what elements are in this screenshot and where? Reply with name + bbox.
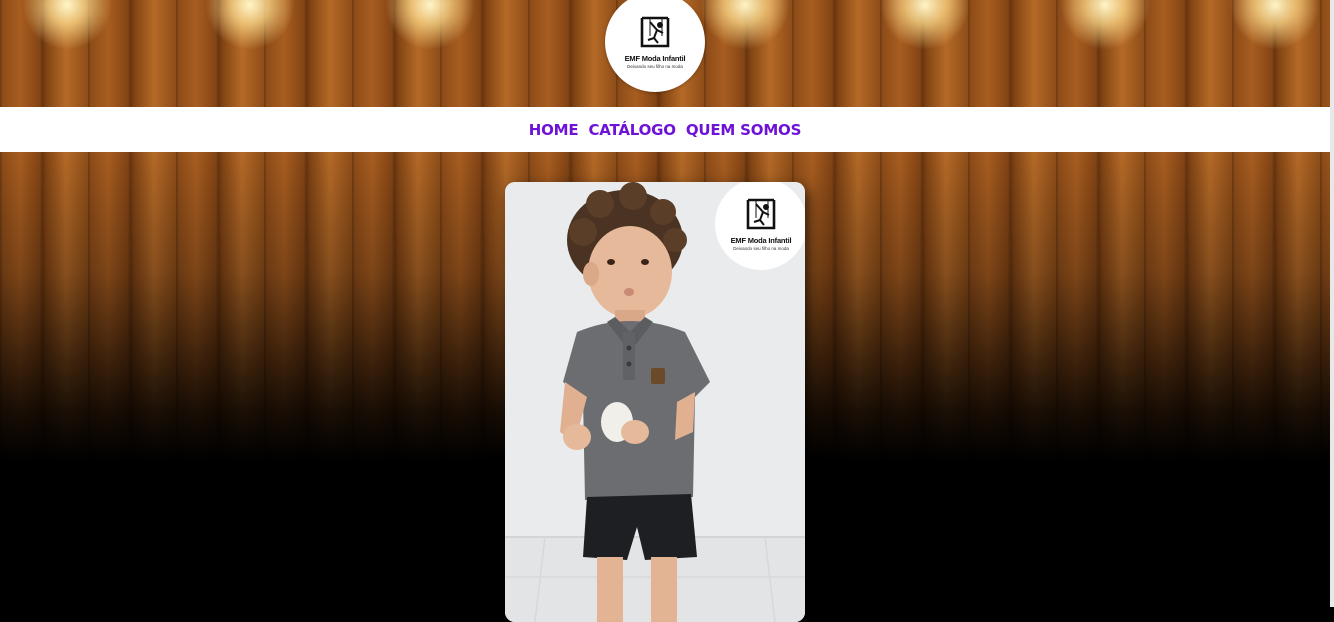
product-card[interactable]: EMF Moda Infantil Deixando seu filho na … <box>505 182 805 622</box>
spotlight <box>1230 0 1320 50</box>
logo-brand-text: EMF Moda Infantil <box>624 53 686 63</box>
nav-home-link[interactable]: HOME <box>529 121 579 139</box>
spotlight <box>1060 0 1150 50</box>
nav-catalog-link[interactable]: CATÁLOGO <box>588 121 676 139</box>
spotlight <box>385 0 475 50</box>
logo-tagline: Deixando seu filho na moda <box>627 63 683 69</box>
spotlight <box>700 0 790 50</box>
scrollbar[interactable] <box>1330 0 1334 607</box>
swing-child-icon <box>640 16 670 47</box>
main-nav: HOME CATÁLOGO QUEM SOMOS <box>0 107 1330 152</box>
watermark-logo: EMF Moda Infantil Deixando seu filho na … <box>715 182 805 270</box>
watermark-brand-text: EMF Moda Infantil <box>730 235 792 245</box>
swing-child-icon <box>746 198 776 229</box>
spotlight <box>22 0 112 50</box>
nav-about-link[interactable]: QUEM SOMOS <box>686 121 802 139</box>
watermark-tagline: Deixando seu filho na moda <box>733 245 789 251</box>
spotlight <box>880 0 970 50</box>
spotlight <box>205 0 295 50</box>
